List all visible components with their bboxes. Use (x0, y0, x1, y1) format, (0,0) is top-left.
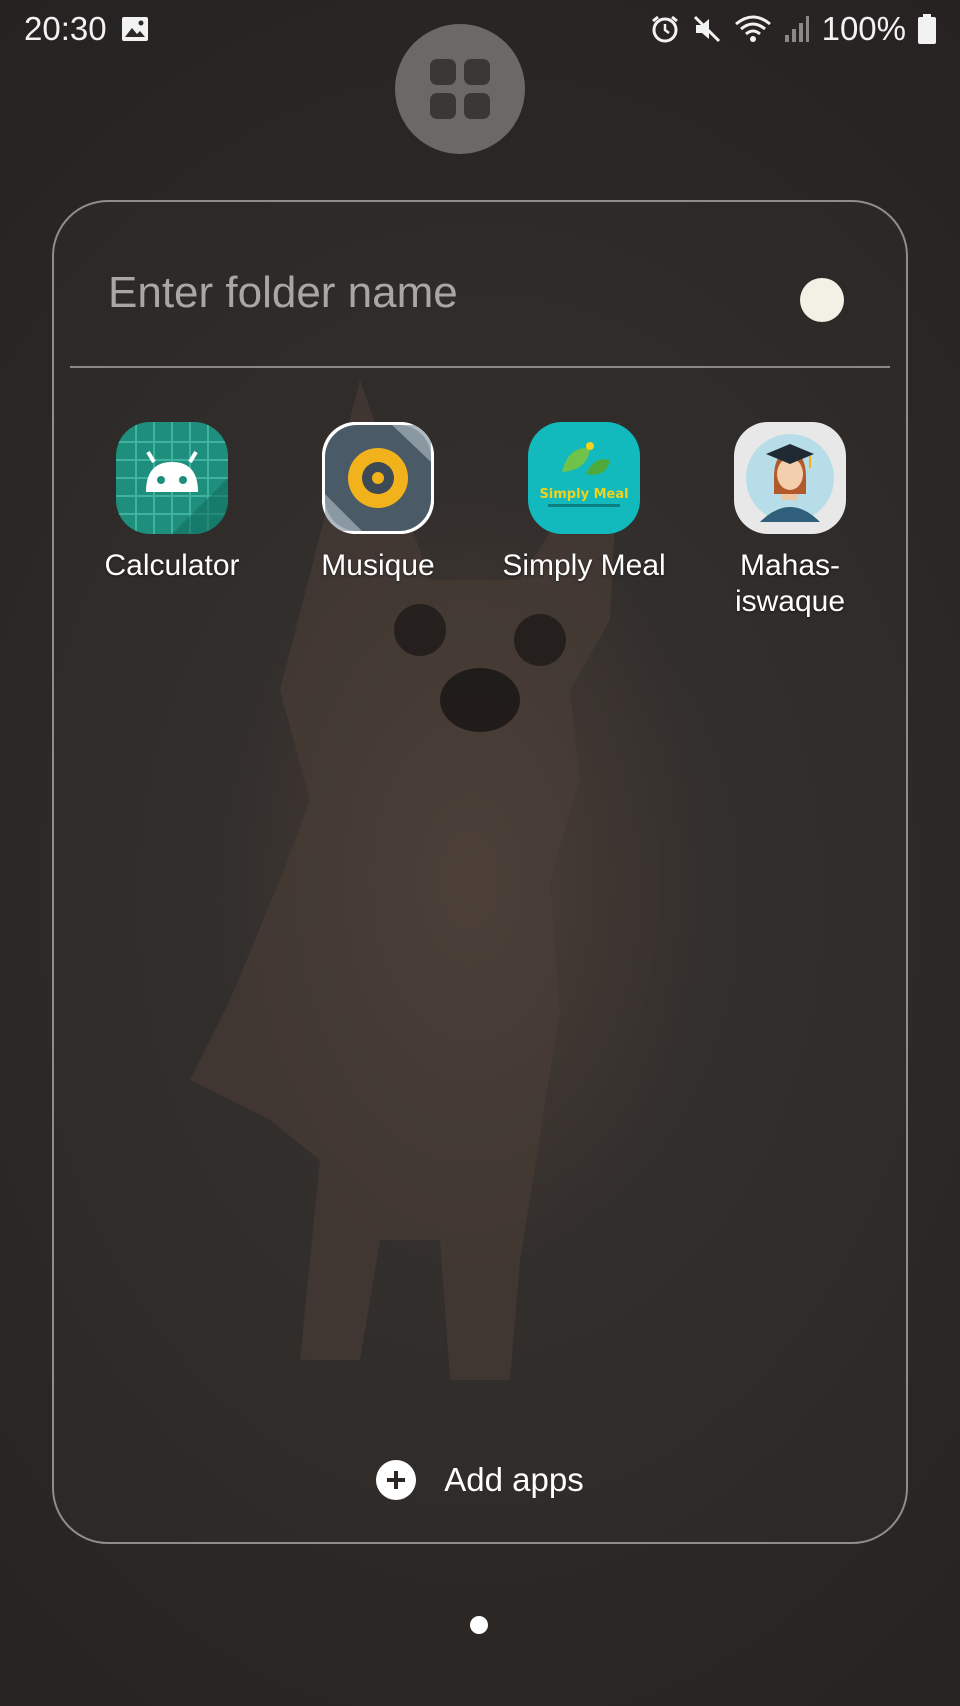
app-label: Mahas- iswaque (734, 549, 846, 618)
grid-icon (430, 59, 490, 119)
folder-name-row (70, 202, 890, 368)
folder-apps-grid: Calculator Musique Simply Meal Simply Me… (54, 422, 906, 642)
apps-grid-button[interactable] (395, 24, 525, 154)
folder-name-input[interactable] (106, 264, 750, 322)
alarm-icon (651, 15, 678, 43)
page-indicator-dot (470, 1616, 488, 1634)
mute-icon (693, 15, 720, 43)
folder-panel: Calculator Musique (52, 200, 908, 1544)
simply-meal-logo-text: Simply Meal (539, 487, 628, 502)
wifi-icon (734, 15, 771, 42)
app-mahasiswaque[interactable]: Mahas- iswaque (687, 422, 893, 620)
android-calculator-icon (116, 422, 228, 534)
plus-circle-icon (376, 1460, 417, 1500)
app-musique[interactable]: Musique (275, 422, 481, 584)
add-apps-label: Add apps (444, 1461, 584, 1498)
graduate-avatar-icon (734, 422, 846, 534)
app-simply-meal[interactable]: Simply Meal Simply Meal (481, 422, 687, 584)
signal-icon (784, 16, 809, 42)
app-label: Simply Meal (502, 549, 666, 582)
battery-percent: 100% (821, 10, 906, 47)
app-label: Calculator (104, 549, 240, 582)
add-apps-button[interactable]: Add apps (54, 1450, 906, 1510)
app-label: Musique (321, 549, 435, 582)
folder-color-button[interactable] (800, 278, 844, 322)
simply-meal-icon: Simply Meal (528, 422, 640, 534)
gallery-icon (121, 17, 148, 41)
clock: 20:30 (24, 10, 107, 47)
vinyl-disc-icon (322, 422, 434, 534)
battery-icon (918, 14, 936, 44)
app-calculator[interactable]: Calculator (69, 422, 275, 584)
